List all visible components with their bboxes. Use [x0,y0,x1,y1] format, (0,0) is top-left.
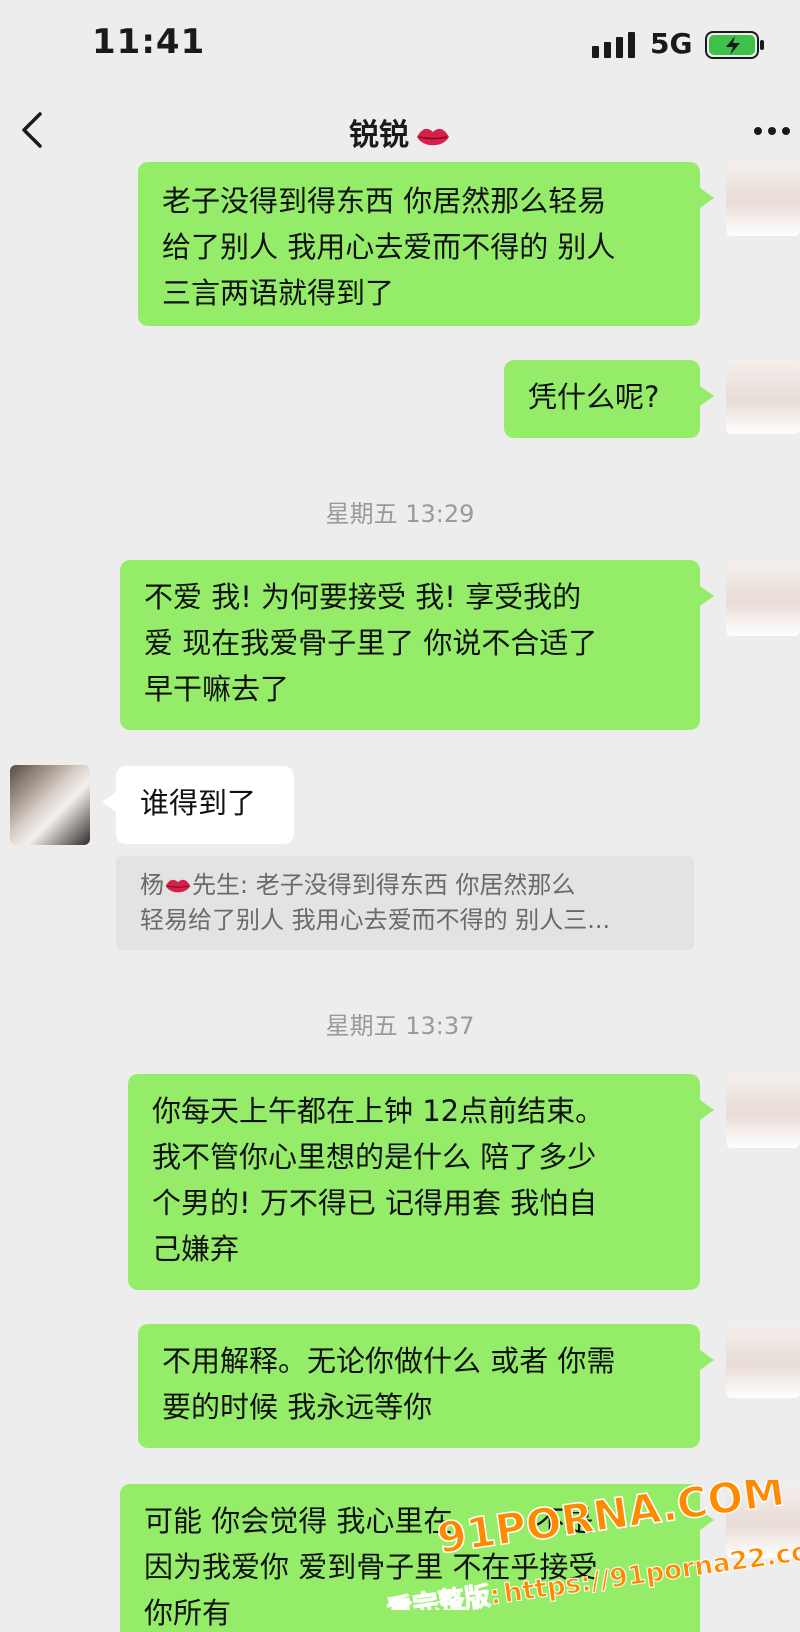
watermark-overlay: 91PORNA.COM 看完整版: https://91porna22.com [384,1480,800,1610]
chat-title: 锐锐 [0,110,800,154]
status-bar: 11:41 5G [0,0,800,90]
user-avatar[interactable] [726,1074,800,1148]
contact-avatar[interactable] [10,765,90,845]
user-avatar[interactable] [726,1324,800,1398]
message-bubble-sent[interactable]: 老子没得到得东西 你居然那么轻易 给了别人 我用心去爱而不得的 别人 三言两语就… [138,162,714,326]
message-bubble-received[interactable]: 谁得到了 [102,766,294,844]
battery-charging-icon [705,31,764,59]
quote-sender: 杨 [140,871,164,899]
message-timestamp: 星期五 13:37 [325,1012,475,1040]
quoted-message[interactable]: 杨先生: 老子没得到得东西 你居然那么 轻易给了别人 我用心去爱而不得的 别人三… [116,856,694,950]
chat-title-text: 锐锐 [349,118,409,153]
watermark-prefix: 看完整版: [385,1579,503,1610]
signal-icon [592,32,635,58]
quote-line-1: 老子没得到得东西 你居然那么 [255,871,576,899]
lips-emoji-icon [417,128,449,145]
user-avatar[interactable] [726,562,800,636]
lips-emoji-icon [165,879,191,893]
message-bubble-sent[interactable]: 不用解释。无论你做什么 或者 你需 要的时候 我永远等你 [138,1324,714,1448]
network-label: 5G [650,27,693,60]
message-timestamp: 星期五 13:29 [325,500,475,528]
more-options-icon[interactable] [752,125,792,137]
user-avatar[interactable] [726,360,800,434]
status-time: 11:41 [92,22,206,62]
message-bubble-sent[interactable]: 不爱 我! 为何要接受 我! 享受我的 爱 现在我爱骨子里了 你说不合适了 早干… [120,560,714,730]
message-bubble-sent[interactable]: 凭什么呢? [504,360,714,438]
message-bubble-sent[interactable]: 你每天上午都在上钟 12点前结束。 我不管你心里想的是什么 陪了多少 个男的! … [128,1074,714,1290]
quote-line-2: 轻易给了别人 我用心去爱而不得的 别人三... [140,906,611,934]
user-avatar[interactable] [726,162,800,236]
quote-sender-suffix: 先生: [192,871,249,899]
